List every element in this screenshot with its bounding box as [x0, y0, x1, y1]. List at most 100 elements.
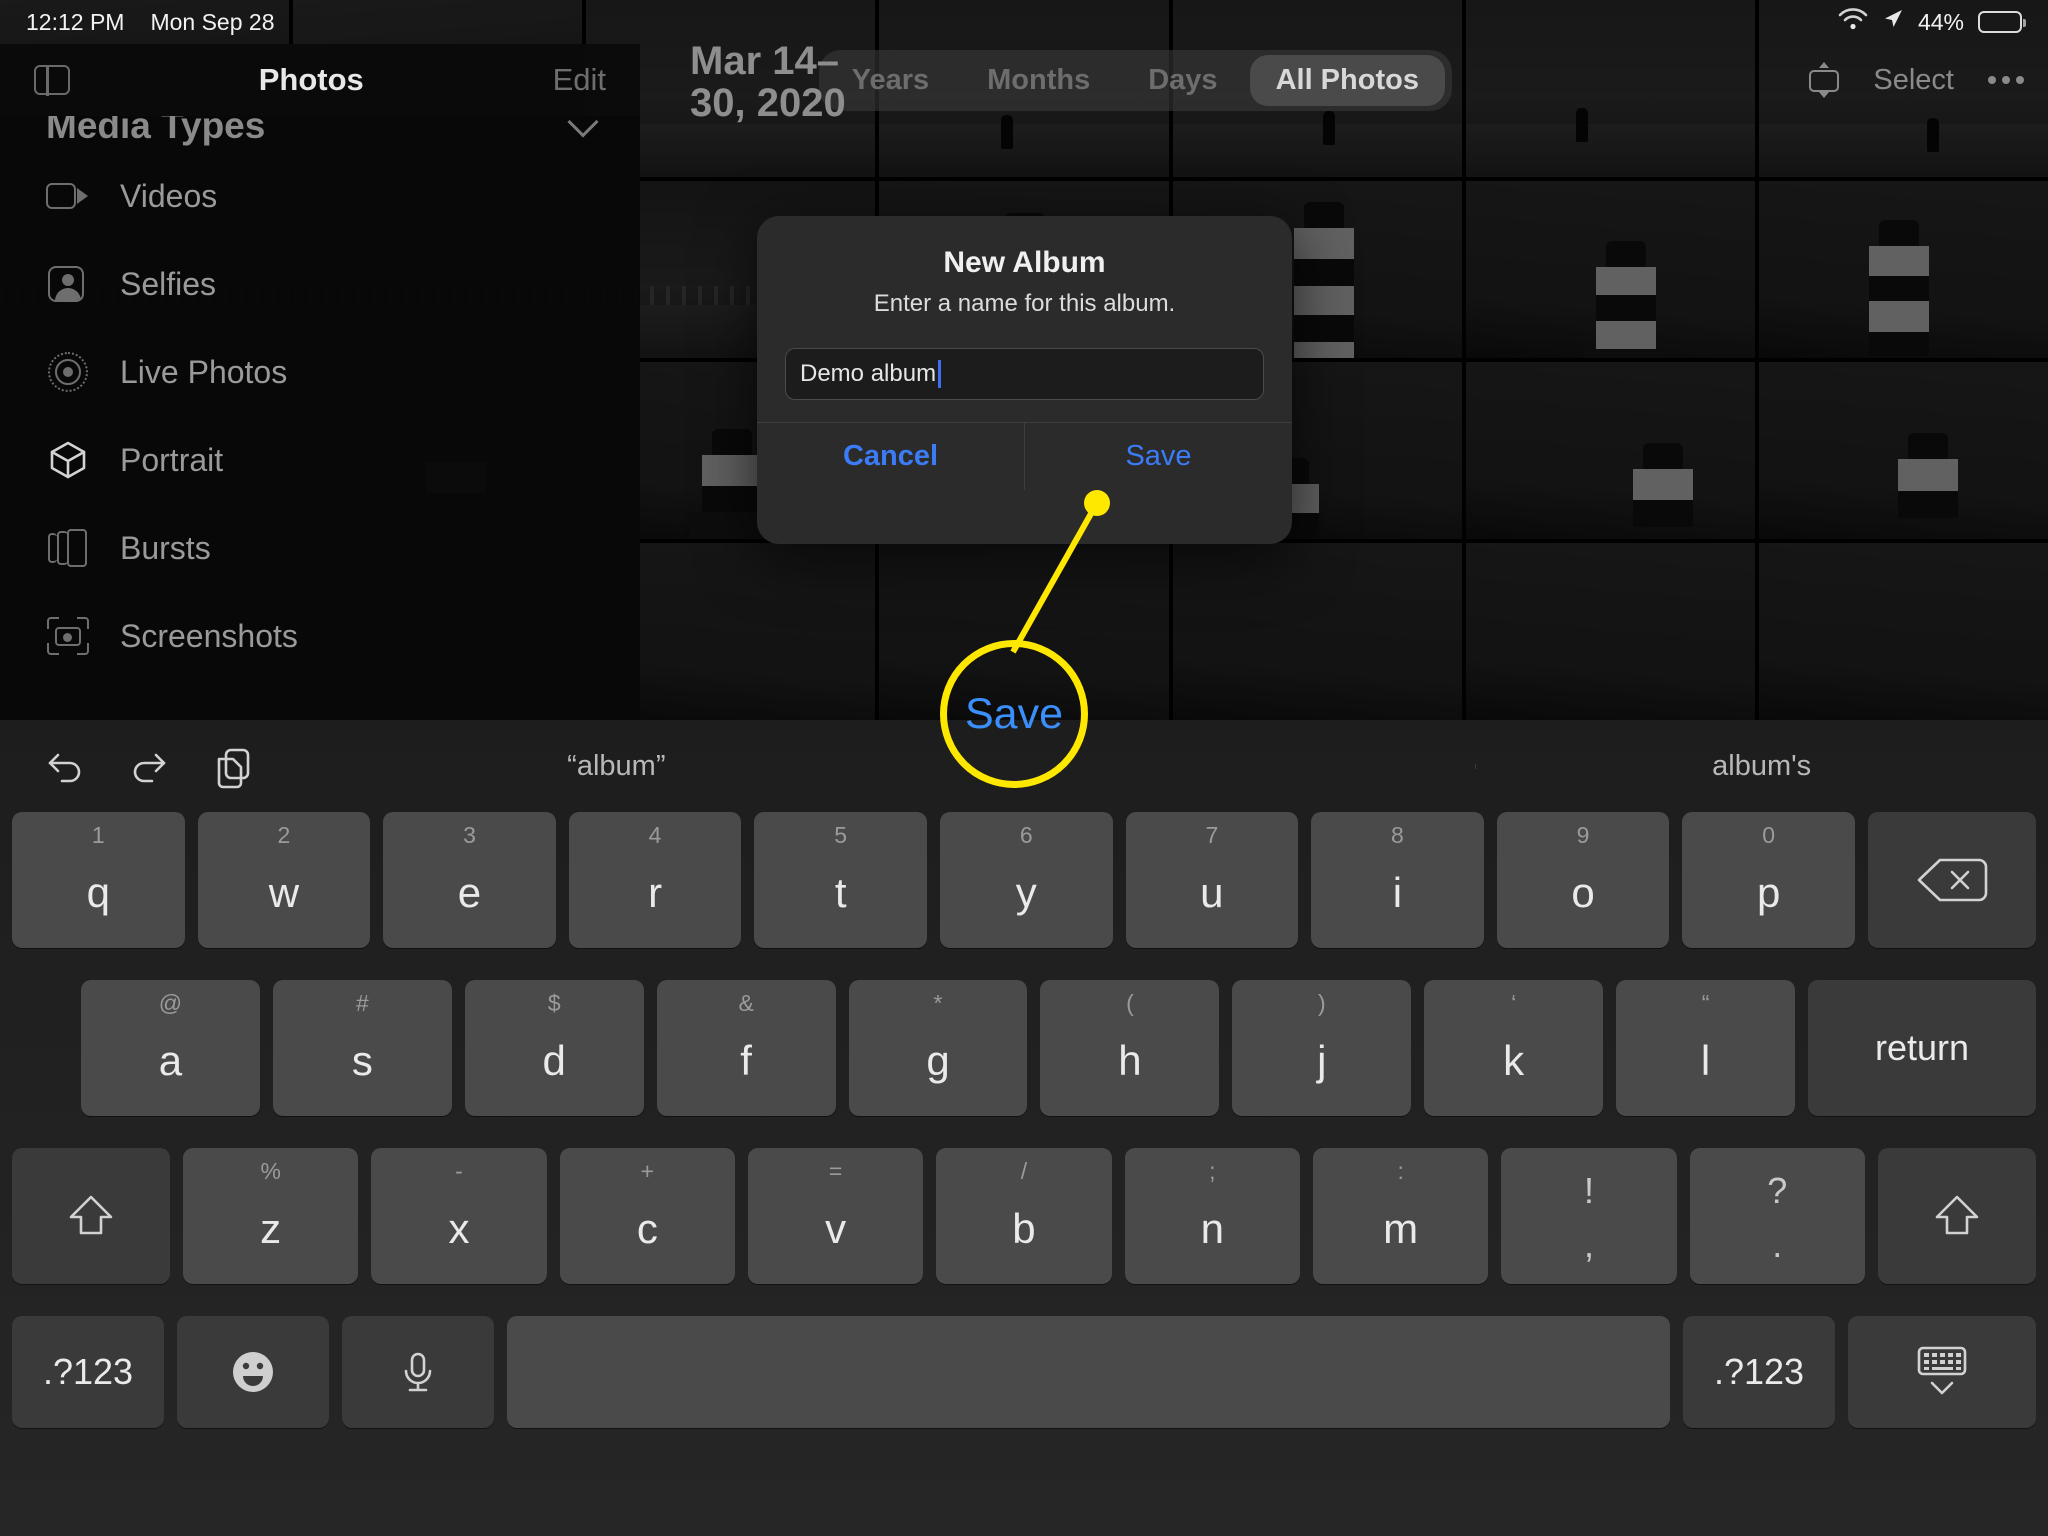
space-bar[interactable] [507, 1316, 1670, 1428]
sidebar-item-videos[interactable]: Videos [0, 152, 640, 240]
photo-thumbnail[interactable] [879, 543, 1169, 720]
key-b[interactable]: / b [936, 1148, 1112, 1284]
undo-icon[interactable] [42, 743, 88, 789]
status-time: 12:12 PM [26, 8, 125, 35]
bursts-stack-icon [46, 526, 90, 570]
key-y[interactable]: 6y [939, 812, 1113, 948]
photo-thumbnail[interactable] [1465, 181, 1755, 358]
key-r[interactable]: 4r [568, 812, 742, 948]
on-screen-keyboard: “album” album's 1q 2w 3e 4r 5t 6y 7u 8i … [0, 720, 2048, 1536]
key-question-period[interactable]: ?. [1689, 1148, 1865, 1284]
photo-thumbnail[interactable] [1172, 543, 1462, 720]
sidebar-item-label: Videos [120, 177, 218, 214]
live-photo-icon [46, 350, 90, 394]
view-mode-segmented-control[interactable]: Years Months Days All Photos [818, 49, 1452, 111]
photo-thumbnail[interactable] [1758, 181, 2048, 358]
chevron-down-icon[interactable] [567, 116, 599, 138]
sidebar-item-bursts[interactable]: Bursts [0, 504, 640, 592]
key-c[interactable]: + c [559, 1148, 735, 1284]
key-m[interactable]: :m [1312, 1148, 1489, 1284]
tab-all-photos[interactable]: All Photos [1249, 54, 1445, 106]
dialog-title: New Album [943, 246, 1106, 279]
sidebar: Media Types Videos Selfies Live Photos P… [0, 116, 640, 720]
key-x[interactable]: -x [371, 1148, 547, 1284]
prediction-item[interactable]: “album” [330, 750, 903, 783]
key-exclamation-comma[interactable]: !, [1501, 1148, 1677, 1284]
key-l[interactable]: “l [1616, 980, 1796, 1116]
sidebar-item-screenshots[interactable]: Screenshots [0, 592, 640, 680]
redo-icon[interactable] [126, 743, 172, 789]
prediction-item[interactable]: album's [1475, 750, 2048, 783]
dismiss-keyboard-icon[interactable] [1848, 1316, 2036, 1428]
sidebar-item-selfies[interactable]: Selfies [0, 240, 640, 328]
edit-button[interactable]: Edit [553, 62, 606, 98]
sidebar-item-portrait[interactable]: Portrait [0, 416, 640, 504]
sidebar-item-label: Live Photos [120, 353, 288, 390]
keyboard-row-3: % z -x + c = v / b ; n :m !, ?. [12, 1148, 2036, 1298]
key-p[interactable]: 0p [1682, 812, 1855, 948]
sidebar-item-live-photos[interactable]: Live Photos [0, 328, 640, 416]
key-j[interactable]: ) j [1232, 980, 1412, 1116]
sidebar-section-label: Media Types [46, 116, 266, 146]
key-e[interactable]: 3e [383, 812, 556, 948]
key-w[interactable]: 2w [197, 812, 371, 948]
shift-arrow-icon-right[interactable] [1877, 1148, 2036, 1284]
numbers-key-right[interactable]: .?123 [1683, 1316, 1835, 1428]
key-s[interactable]: # s [272, 980, 452, 1116]
select-button[interactable]: Select [1873, 64, 1954, 97]
key-h[interactable]: (h [1040, 980, 1220, 1116]
photo-thumbnail[interactable] [1758, 362, 2048, 539]
save-button[interactable]: Save [1025, 423, 1292, 490]
backspace-icon[interactable] [1867, 812, 2036, 948]
location-arrow-icon [1882, 8, 1904, 36]
keyboard-row-1: 1q 2w 3e 4r 5t 6y 7u 8i 9o 0p [12, 812, 2036, 962]
key-g[interactable]: * g [848, 980, 1028, 1116]
key-q[interactable]: 1q [12, 812, 185, 948]
key-i[interactable]: 8i [1311, 812, 1484, 948]
key-t[interactable]: 5t [754, 812, 927, 948]
key-v[interactable]: = v [747, 1148, 924, 1284]
key-a[interactable]: @ a [81, 980, 260, 1116]
keyboard-row-4: .?123 .?123 [12, 1316, 2036, 1436]
key-z[interactable]: % z [183, 1148, 359, 1284]
status-bar: 12:12 PM Mon Sep 28 44% [0, 0, 2048, 44]
key-n[interactable]: ; n [1124, 1148, 1300, 1284]
video-icon [46, 174, 90, 218]
date-range-label: Mar 14–30, 2020 [690, 39, 846, 125]
photo-thumbnail[interactable] [1465, 543, 1755, 720]
shift-arrow-icon[interactable] [12, 1148, 170, 1284]
sidebar-item-label: Screenshots [120, 617, 298, 654]
photo-thumbnail[interactable] [1465, 362, 1755, 539]
dialog-subtitle: Enter a name for this album. [873, 290, 1176, 317]
tab-days[interactable]: Days [1122, 55, 1243, 106]
album-name-input[interactable]: Demo album [785, 348, 1264, 400]
battery-icon [1978, 11, 2026, 33]
paste-icon[interactable] [210, 743, 256, 789]
tab-months[interactable]: Months [961, 55, 1116, 106]
microphone-icon[interactable] [342, 1316, 494, 1428]
cube-icon [46, 438, 90, 482]
key-o[interactable]: 9o [1496, 812, 1670, 948]
airplay-icon[interactable] [1809, 62, 1840, 98]
ellipsis-icon[interactable] [1988, 76, 2024, 84]
sidebar-section-media-types[interactable]: Media Types [0, 116, 640, 152]
key-f[interactable]: & f [656, 980, 836, 1116]
wifi-icon [1838, 8, 1868, 36]
text-caret [938, 360, 942, 388]
status-date: Mon Sep 28 [150, 8, 275, 35]
new-album-dialog: New Album Enter a name for this album. D… [757, 216, 1292, 544]
key-k[interactable]: ‘k [1424, 980, 1604, 1116]
emoji-smiley-icon[interactable] [177, 1316, 329, 1428]
photo-thumbnail[interactable] [1758, 543, 2048, 720]
sidebar-item-label: Selfies [120, 265, 217, 302]
return-key[interactable]: return [1808, 980, 2037, 1116]
key-d[interactable]: $ d [464, 980, 644, 1116]
numbers-key-left[interactable]: .?123 [12, 1316, 164, 1428]
ipad-photos-screen: 12:12 PM Mon Sep 28 44% Photos Edit Mar … [0, 0, 2048, 1536]
top-navigation-bar: Photos Edit Mar 14–30, 2020 Years Months… [0, 40, 2048, 124]
key-u[interactable]: 7u [1125, 812, 1299, 948]
album-name-value: Demo album [800, 360, 937, 387]
sidebar-toggle-icon[interactable] [34, 64, 70, 96]
screenshot-camera-icon [46, 614, 90, 658]
cancel-button[interactable]: Cancel [757, 423, 1025, 490]
